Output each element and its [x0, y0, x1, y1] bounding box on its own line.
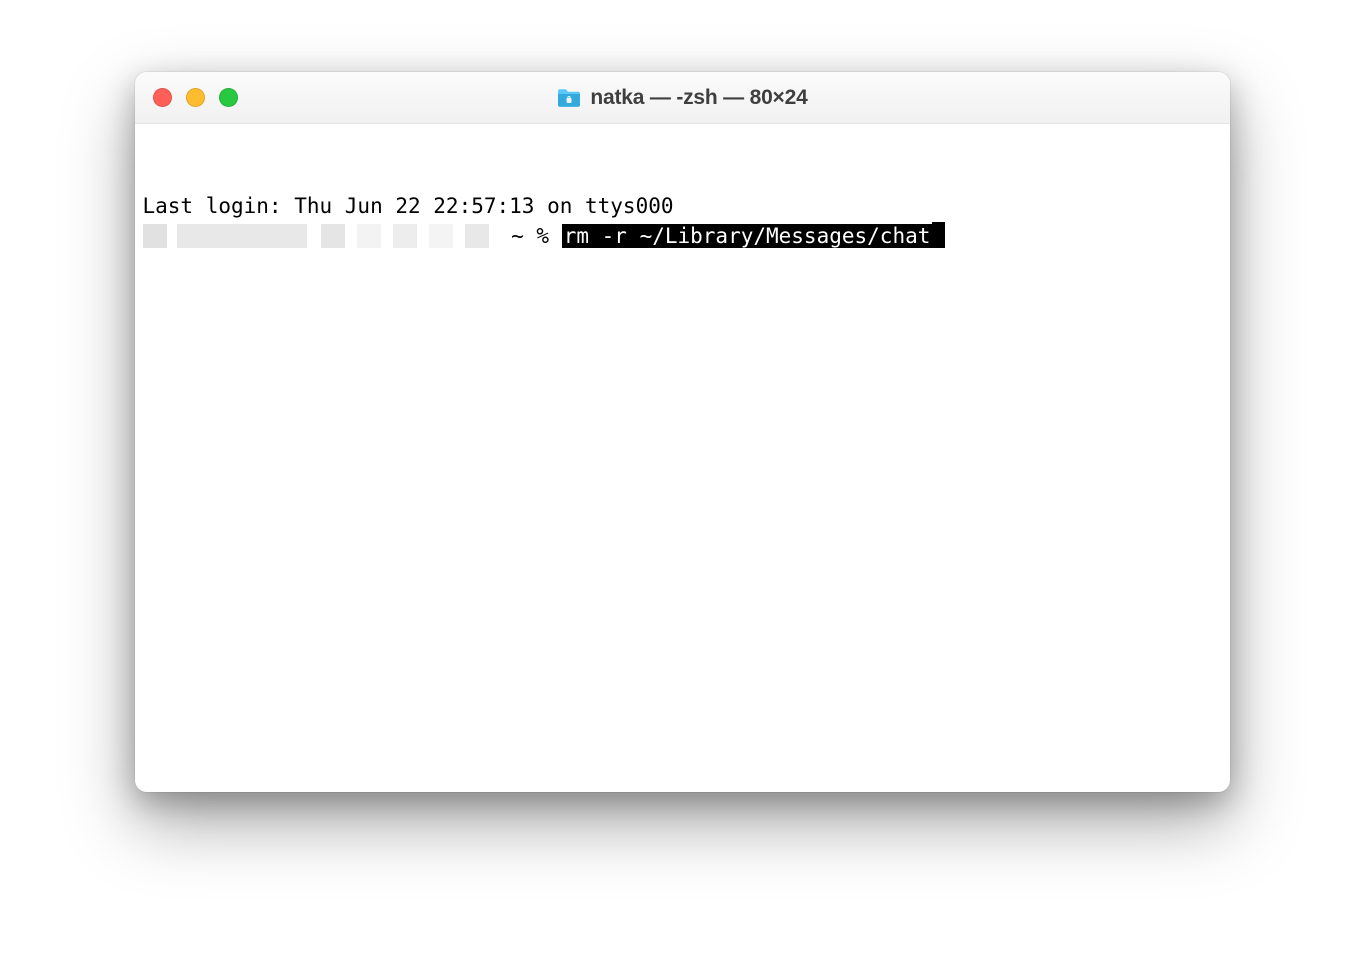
close-button[interactable] [153, 88, 172, 107]
terminal-window: natka — -zsh — 80×24 Last login: Thu Jun… [135, 72, 1230, 792]
redacted-hostname [143, 224, 489, 248]
folder-icon [556, 87, 582, 109]
last-login-line: Last login: Thu Jun 22 22:57:13 on ttys0… [143, 191, 1222, 221]
prompt-line: ~ % rm -r ~/Library/Messages/chat [143, 221, 1222, 251]
cursor [932, 222, 945, 248]
traffic-lights [153, 88, 238, 107]
minimize-button[interactable] [186, 88, 205, 107]
maximize-button[interactable] [219, 88, 238, 107]
window-title: natka — -zsh — 80×24 [590, 86, 807, 110]
titlebar[interactable]: natka — -zsh — 80×24 [135, 72, 1230, 124]
prompt-symbol: ~ % [499, 224, 562, 248]
title-area: natka — -zsh — 80×24 [135, 86, 1230, 110]
command-input[interactable]: rm -r ~/Library/Messages/chat [562, 224, 933, 248]
terminal-body[interactable]: Last login: Thu Jun 22 22:57:13 on ttys0… [135, 124, 1230, 792]
